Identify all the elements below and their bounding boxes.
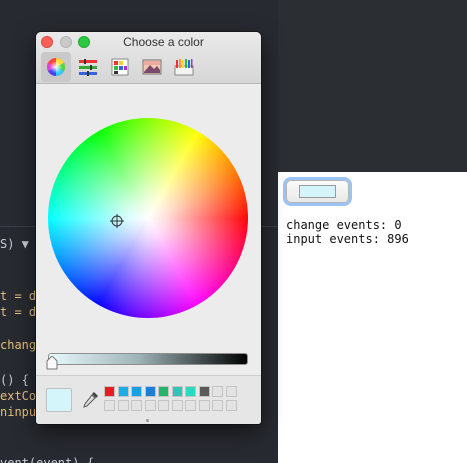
browser-chrome-area xyxy=(278,0,467,172)
swatch-area xyxy=(36,375,261,424)
image-palettes-icon xyxy=(142,59,162,75)
color-swatch[interactable] xyxy=(171,400,183,411)
color-swatch[interactable] xyxy=(198,400,210,411)
color-sliders-tab[interactable] xyxy=(73,52,103,82)
panel-titlebar: Choose a color xyxy=(36,32,261,84)
color-wheel-icon xyxy=(47,58,65,76)
color-swatch[interactable] xyxy=(185,400,196,411)
crayons-icon xyxy=(174,59,194,76)
color-swatch[interactable] xyxy=(212,386,223,397)
color-swatch[interactable] xyxy=(117,386,129,397)
color-swatch[interactable] xyxy=(185,386,196,397)
panel-title: Choose a color xyxy=(123,35,204,49)
color-swatch[interactable] xyxy=(104,400,115,411)
code-line: S) ▼ xyxy=(0,237,29,251)
code-line: vent(event) { xyxy=(0,456,94,463)
color-swatch[interactable] xyxy=(171,386,183,397)
eyedropper-icon[interactable] xyxy=(82,390,100,410)
color-swatch[interactable] xyxy=(158,386,169,397)
color-swatch[interactable] xyxy=(225,386,237,397)
color-wheel-saturation xyxy=(48,118,248,318)
color-input-swatch xyxy=(299,185,336,198)
color-swatch[interactable] xyxy=(198,386,210,397)
color-swatch[interactable] xyxy=(131,386,142,397)
color-swatch[interactable] xyxy=(104,386,115,397)
color-input[interactable] xyxy=(286,180,349,203)
color-swatch[interactable] xyxy=(212,400,223,411)
code-line: extCo xyxy=(0,389,37,403)
color-wheel[interactable] xyxy=(48,118,248,318)
color-wheel-crosshair[interactable] xyxy=(110,214,124,228)
swatch-grid xyxy=(104,386,242,414)
color-palettes-tab[interactable] xyxy=(105,52,135,82)
resize-grip[interactable] xyxy=(146,419,149,422)
current-color-swatch[interactable] xyxy=(46,388,72,412)
code-line: () { xyxy=(0,373,29,387)
color-swatch[interactable] xyxy=(117,400,129,411)
brightness-slider[interactable] xyxy=(48,353,248,365)
color-swatch[interactable] xyxy=(158,400,169,411)
code-line: ninpu xyxy=(0,405,37,419)
crayons-tab[interactable] xyxy=(169,52,199,82)
color-swatch[interactable] xyxy=(225,400,237,411)
change-events-count: change events: 0 xyxy=(286,218,402,232)
color-picker-panel: Choose a color xyxy=(36,32,261,424)
color-swatch[interactable] xyxy=(144,400,156,411)
brightness-slider-thumb[interactable] xyxy=(46,356,58,370)
color-sliders-icon xyxy=(79,59,97,76)
input-events-count: input events: 896 xyxy=(286,232,409,246)
color-swatch[interactable] xyxy=(131,400,142,411)
color-swatch[interactable] xyxy=(144,386,156,397)
image-palettes-tab[interactable] xyxy=(137,52,167,82)
color-palettes-icon xyxy=(111,58,129,76)
browser-page: change events: 0 input events: 896 xyxy=(278,172,467,463)
color-wheel-tab[interactable] xyxy=(41,52,71,82)
